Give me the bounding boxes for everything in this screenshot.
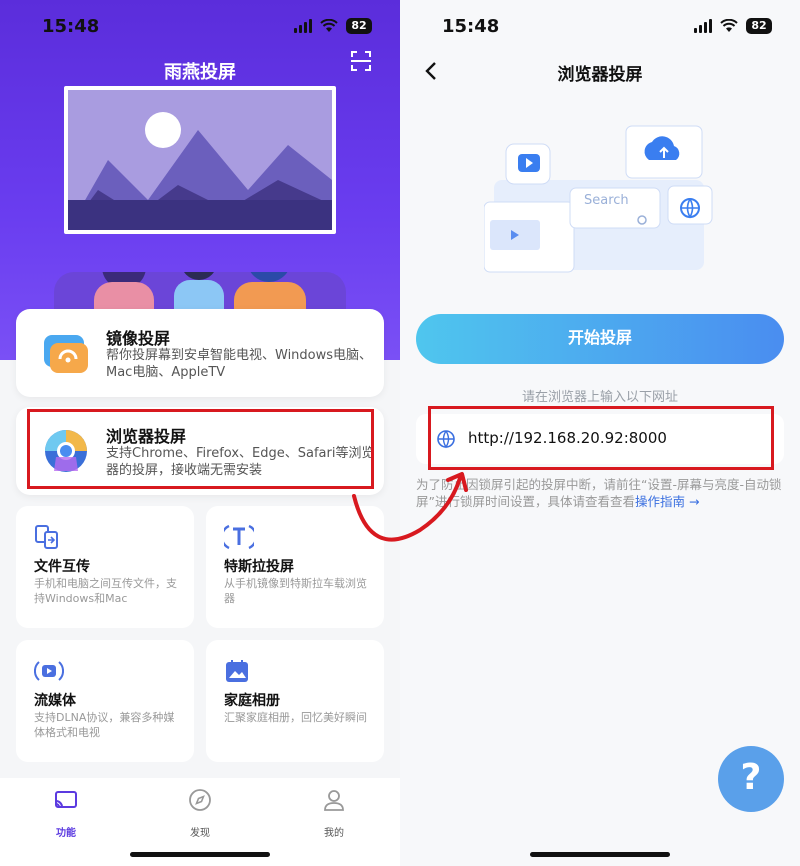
status-bar: 15:48 82 — [400, 14, 800, 38]
signal-icon — [694, 19, 712, 33]
streaming-title: 流媒体 — [34, 693, 76, 709]
battery-icon: 82 — [746, 18, 772, 34]
app-title: 雨燕投屏 — [164, 62, 236, 83]
status-time: 15:48 — [42, 16, 100, 37]
wifi-icon — [720, 19, 738, 32]
browser-illustration: Search — [483, 120, 716, 280]
family-album-desc: 汇聚家庭相册，回忆美好瞬间 — [224, 711, 367, 724]
page-title: 浏览器投屏 — [557, 65, 643, 85]
tesla-cast-desc: 从手机镜像到特斯拉车载浏览器 — [224, 577, 367, 605]
tv-illustration — [64, 86, 336, 234]
file-transfer-icon — [35, 525, 58, 549]
streaming-tile[interactable]: 流媒体 支持DLNA协议，兼容多种媒体格式和电视 — [16, 640, 194, 762]
user-icon — [324, 790, 344, 811]
tab-discover-label: 发现 — [190, 828, 210, 839]
tesla-cast-title: 特斯拉投屏 — [224, 559, 294, 575]
compass-icon — [189, 789, 211, 811]
mirror-cast-icon — [44, 335, 88, 373]
scan-icon[interactable] — [350, 50, 372, 72]
tesla-icon — [224, 524, 254, 550]
hero-banner: 15:48 82 雨燕投屏 — [0, 0, 400, 360]
family-album-tile[interactable]: 家庭相册 汇聚家庭相册，回忆美好瞬间 — [206, 640, 384, 762]
signal-icon — [294, 19, 312, 33]
family-album-title: 家庭相册 — [224, 693, 280, 709]
start-cast-button[interactable]: 开始投屏 — [416, 314, 784, 364]
home-screen: 15:48 82 雨燕投屏 镜像投屏 帮你投屏幕到安卓智能电视、Windows电… — [0, 0, 400, 866]
photo-album-icon — [226, 660, 248, 682]
status-time: 15:48 — [442, 16, 500, 37]
home-indicator — [130, 852, 270, 857]
guide-link[interactable]: 操作指南 → — [635, 494, 699, 509]
mirror-cast-desc: 帮你投屏幕到安卓智能电视、Windows电脑、Mac电脑、AppleTV — [106, 348, 373, 380]
file-transfer-title: 文件互传 — [34, 559, 90, 575]
connector-arrow-icon — [352, 472, 468, 542]
tab-features-label: 功能 — [56, 828, 76, 839]
tab-features[interactable]: 功能 — [26, 788, 106, 839]
browser-cast-screen: 15:48 82 浏览器投屏 Search 开始投屏 请在浏览器上输入以下网址 … — [400, 0, 800, 866]
wifi-icon — [320, 19, 338, 32]
help-button[interactable]: ? — [718, 746, 784, 812]
tab-discover[interactable]: 发现 — [160, 788, 240, 839]
streaming-desc: 支持DLNA协议，兼容多种媒体格式和电视 — [34, 711, 175, 739]
illustration-search-label: Search — [584, 193, 629, 208]
file-transfer-desc: 手机和电脑之间互传文件，支持Windows和Mac — [34, 577, 177, 605]
tab-mine-label: 我的 — [324, 828, 344, 839]
mirror-cast-title: 镜像投屏 — [106, 329, 171, 348]
file-transfer-tile[interactable]: 文件互传 手机和电脑之间互传文件，支持Windows和Mac — [16, 506, 194, 628]
tab-mine[interactable]: 我的 — [294, 788, 374, 839]
cast-icon — [55, 791, 77, 808]
home-indicator — [530, 852, 670, 857]
battery-icon: 82 — [346, 18, 372, 34]
streaming-icon — [34, 661, 64, 681]
status-bar: 15:48 82 — [0, 14, 400, 38]
url-hint: 请在浏览器上输入以下网址 — [521, 390, 678, 405]
mirror-cast-card[interactable]: 镜像投屏 帮你投屏幕到安卓智能电视、Windows电脑、Mac电脑、AppleT… — [16, 309, 384, 397]
highlight-box — [27, 409, 374, 489]
